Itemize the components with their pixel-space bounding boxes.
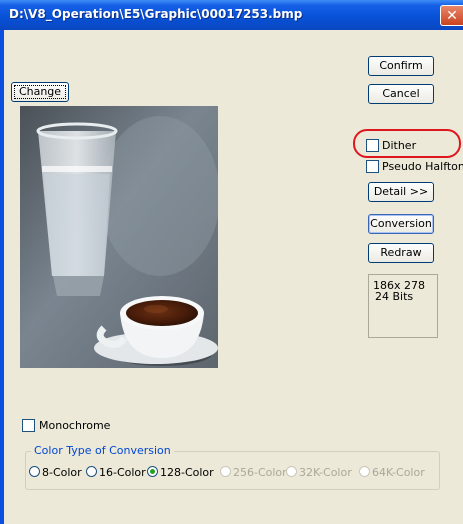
monochrome-checkbox[interactable] [22,419,35,432]
change-button[interactable]: Change [11,82,69,102]
radio-8-color-label: 8-Color [42,466,82,479]
window-frame [0,30,4,524]
color-type-legend: Color Type of Conversion [31,444,174,457]
monochrome-label: Monochrome [39,419,111,432]
radio-128-color[interactable] [147,466,158,477]
detail-button[interactable]: Detail >> [368,182,434,202]
radio-selected-dot [150,469,155,474]
confirm-button[interactable]: Confirm [368,56,434,76]
radio-32k-color-label: 32K-Color [299,466,352,479]
close-icon[interactable]: ✕ [440,5,463,26]
title-bar[interactable]: D:\V8_Operation\E5\Graphic\00017253.bmp … [0,0,463,30]
window-title: D:\V8_Operation\E5\Graphic\00017253.bmp [9,7,303,21]
image-preview [20,106,218,368]
radio-64k-color [359,466,370,477]
radio-16-color-label: 16-Color [99,466,146,479]
radio-256-color-label: 256-Color [233,466,287,479]
radio-8-color[interactable] [29,466,40,477]
pseudo-halftone-label: Pseudo Halftone [382,160,463,173]
annotation-highlight [353,129,461,158]
image-info-box: 186x 278 24 Bits [368,274,438,338]
redraw-button[interactable]: Redraw [368,243,434,263]
radio-128-color-label: 128-Color [160,466,214,479]
pseudo-halftone-checkbox[interactable] [366,160,379,173]
conversion-button[interactable]: Conversion [368,214,434,234]
radio-64k-color-label: 64K-Color [372,466,425,479]
cancel-button[interactable]: Cancel [368,84,434,104]
radio-256-color [220,466,231,477]
coffee-and-water-photo [20,106,218,368]
radio-16-color[interactable] [86,466,97,477]
radio-32k-color [286,466,297,477]
image-bits-text: 24 Bits [375,290,414,303]
